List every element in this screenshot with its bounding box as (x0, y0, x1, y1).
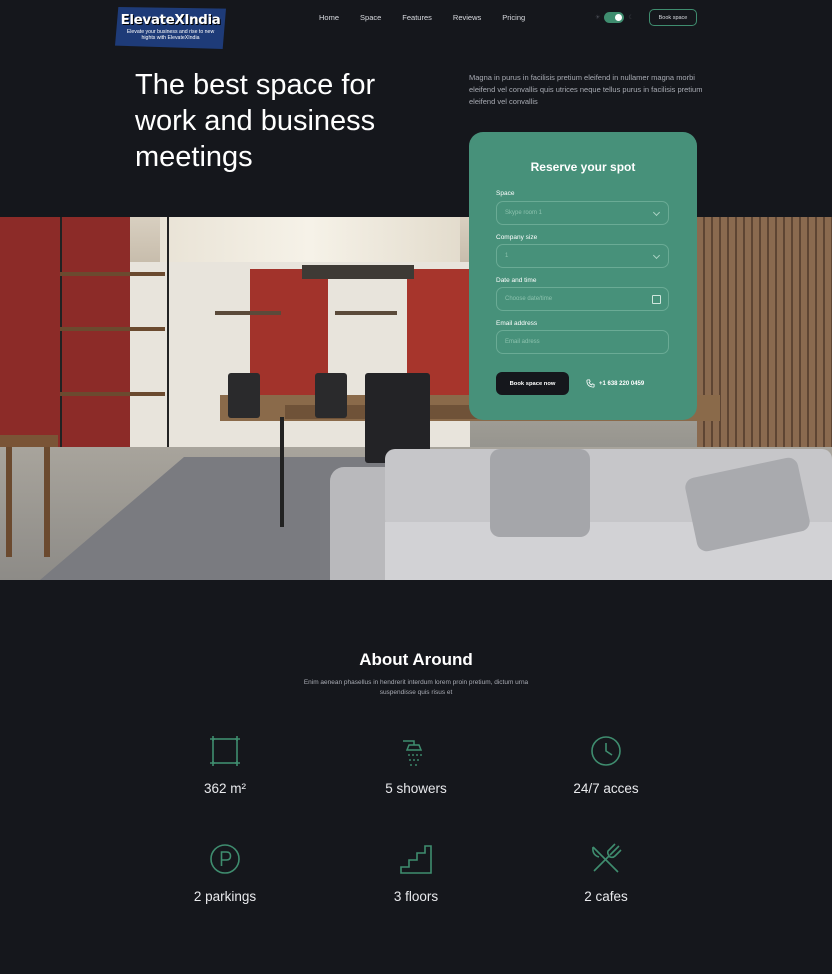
feature-access: 24/7 acces (526, 735, 686, 796)
about-description: Enim aenean phasellus in hendrerit inter… (303, 679, 529, 696)
chevron-down-icon (652, 251, 661, 260)
stairs-icon (400, 845, 432, 874)
moon-icon: ☾ (628, 15, 634, 21)
parking-icon (210, 844, 240, 874)
feature-floors: 3 floors (336, 843, 496, 904)
feature-floors-label: 3 floors (393, 889, 439, 904)
feature-access-label: 24/7 acces (573, 781, 639, 796)
reservation-card: Reserve your spot Space Skype room 1 Com… (469, 132, 697, 420)
feature-showers-label: 5 showers (385, 781, 447, 796)
book-space-now-button[interactable]: Book space now (496, 372, 569, 395)
feature-cafes-label: 2 cafes (584, 889, 628, 904)
about-title: About Around (359, 650, 473, 669)
email-label: Email address (496, 320, 538, 327)
nav-reviews[interactable]: Reviews (453, 13, 481, 22)
company-size-value: 1 (505, 253, 509, 259)
feature-cafes: 2 cafes (526, 843, 686, 904)
nav-space[interactable]: Space (360, 13, 381, 22)
feature-parkings-label: 2 parkings (193, 889, 257, 904)
nav-pricing[interactable]: Pricing (502, 13, 525, 22)
feature-parkings: 2 parkings (145, 843, 305, 904)
hero-headline: The best space for work and business mee… (135, 69, 376, 173)
book-space-button[interactable]: Book space (649, 9, 697, 26)
brand-tagline: Elevate your business and rise to new hi… (126, 29, 215, 41)
date-time-input[interactable]: Choose date/time (496, 287, 669, 311)
hero-description: Magna in purus in facilisis pretium elei… (469, 73, 703, 106)
main-nav: Home Space Features Reviews Pricing (319, 13, 546, 22)
space-label: Space (496, 190, 515, 197)
sun-icon: ☀ (595, 15, 601, 21)
space-select[interactable]: Skype room 1 (496, 201, 669, 225)
reservation-title: Reserve your spot (530, 160, 636, 174)
nav-home[interactable]: Home (319, 13, 339, 22)
clock-icon (591, 736, 621, 766)
nav-features[interactable]: Features (402, 13, 432, 22)
theme-switcher: ☀ ☾ (595, 12, 634, 23)
theme-toggle[interactable] (604, 12, 625, 23)
chevron-down-icon (652, 208, 661, 217)
brand-name: ElevateXIndia (120, 12, 221, 28)
feature-showers: 5 showers (336, 735, 496, 796)
email-placeholder: Email adress (505, 339, 540, 345)
company-size-label: Company size (496, 234, 538, 241)
phone-link[interactable]: +1 638 220 0459 (586, 379, 644, 388)
email-field[interactable]: Email adress (496, 330, 669, 354)
company-size-select[interactable]: 1 (496, 244, 669, 268)
feature-area-label: 362 m² (203, 781, 247, 796)
hero-photo (0, 217, 832, 580)
space-value: Skype room 1 (505, 210, 543, 216)
brand-logo[interactable]: ElevateXIndia Elevate your business and … (115, 7, 226, 49)
date-time-placeholder: Choose date/time (505, 296, 553, 302)
phone-number: +1 638 220 0459 (599, 380, 645, 387)
cutlery-icon (592, 843, 622, 873)
date-time-label: Date and time (496, 277, 537, 284)
calendar-icon (652, 295, 661, 304)
phone-icon (586, 379, 595, 388)
shower-icon (403, 740, 423, 766)
feature-area: 362 m² (145, 735, 305, 796)
area-icon (210, 736, 240, 766)
